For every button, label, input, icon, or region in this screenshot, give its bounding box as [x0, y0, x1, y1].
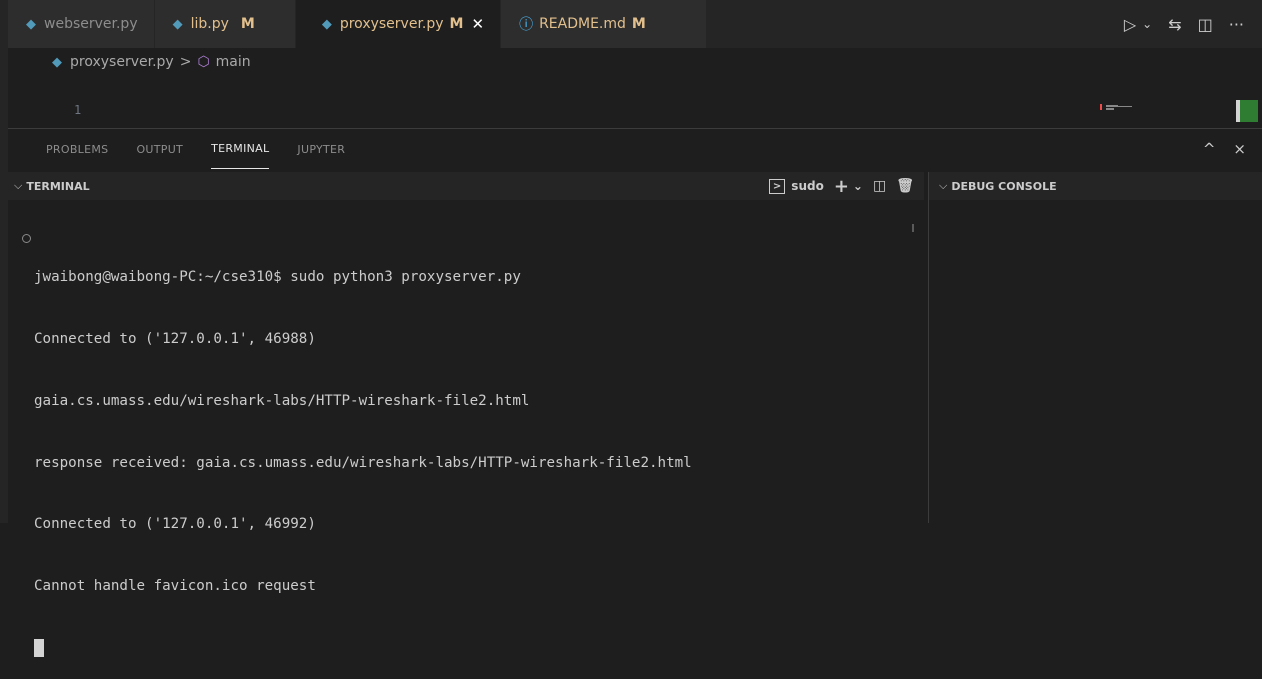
split-editor-icon[interactable]: ◫ — [1198, 15, 1213, 34]
chevron-down-icon: ⌵ — [939, 179, 948, 192]
terminal-line: gaia.cs.umass.edu/wireshark-labs/HTTP-wi… — [34, 392, 530, 409]
panel-divider[interactable] — [928, 172, 929, 523]
terminal-line: Connected to ('127.0.0.1', 46988) — [34, 330, 316, 347]
new-terminal-icon[interactable]: + — [834, 176, 849, 197]
breadcrumb-symbol[interactable]: main — [216, 54, 251, 70]
tab-label: lib.py — [190, 16, 229, 32]
chevron-down-icon: ⌵ — [14, 179, 23, 192]
trash-icon[interactable]: 🗑 — [896, 178, 914, 194]
line-number: 1 — [74, 103, 82, 117]
modified-badge: M — [240, 16, 255, 32]
tab-terminal[interactable]: TERMINAL — [211, 129, 270, 169]
tab-readme[interactable]: ⓘ README.md M — [501, 0, 707, 48]
more-actions-icon[interactable]: ··· — [1229, 15, 1244, 34]
terminal-shell-icon: > — [768, 178, 786, 194]
info-icon: ⓘ — [519, 17, 534, 33]
terminal-line: response received: gaia.cs.umass.edu/wir… — [34, 454, 692, 471]
compare-changes-icon[interactable]: ⇆ — [1168, 15, 1181, 34]
terminal-output[interactable]: jwaibong@waibong-PC:~/cse310$ sudo pytho… — [34, 226, 914, 679]
python-file-icon: ◆ — [26, 16, 36, 32]
close-panel-icon[interactable]: × — [1233, 140, 1246, 158]
tab-label: README.md — [539, 16, 626, 32]
editor-tab-bar: ◆ webserver.py ◆ lib.py M ◆ proxyserver.… — [8, 0, 1262, 48]
python-file-icon: ◆ — [172, 16, 183, 32]
breadcrumb-separator: > — [179, 54, 192, 70]
modified-badge: M — [449, 16, 464, 32]
terminal-cursor — [34, 638, 44, 657]
tab-output[interactable]: OUTPUT — [136, 129, 183, 169]
tab-problems[interactable]: PROBLEMS — [46, 129, 108, 169]
python-file-icon: ◆ — [52, 54, 62, 70]
tab-label: proxyserver.py — [339, 16, 444, 32]
chevron-down-icon[interactable]: ⌄ — [1142, 17, 1152, 31]
minimap-slider[interactable] — [1236, 100, 1258, 122]
tab-label: webserver.py — [44, 16, 138, 32]
chevron-down-icon[interactable]: ⌄ — [853, 179, 863, 193]
cube-symbol-icon: ⬡ — [197, 54, 210, 70]
breadcrumb: ◆ proxyserver.py > ⬡ main — [8, 48, 1262, 76]
debug-console-header[interactable]: ⌵ DEBUG CONSOLE — [929, 172, 1262, 200]
tab-lib[interactable]: ◆ lib.py M — [154, 0, 296, 48]
terminal-header-label: TERMINAL — [26, 179, 90, 193]
breadcrumb-file[interactable]: proxyserver.py — [70, 54, 174, 70]
tab-webserver[interactable]: ◆ webserver.py — [8, 0, 155, 48]
run-icon[interactable]: ▷ — [1124, 15, 1136, 34]
terminal-shell-name[interactable]: sudo — [791, 179, 824, 193]
command-decoration-icon[interactable] — [22, 234, 31, 243]
debug-console-label: DEBUG CONSOLE — [951, 179, 1057, 193]
split-terminal-icon[interactable]: ◫ — [873, 178, 886, 194]
tab-jupyter[interactable]: JUPYTER — [297, 129, 345, 169]
terminal-line: Connected to ('127.0.0.1', 46992) — [34, 516, 316, 533]
maximize-panel-icon[interactable]: ^ — [1203, 140, 1216, 158]
modified-badge: M — [631, 16, 646, 32]
minimap[interactable] — [1100, 103, 1144, 111]
tab-proxyserver[interactable]: ◆ proxyserver.py M ✕ — [295, 0, 502, 48]
activity-strip — [0, 0, 8, 523]
close-tab-icon[interactable]: ✕ — [471, 15, 484, 33]
terminal-line: Cannot handle favicon.ico request — [34, 578, 316, 595]
terminal-line: jwaibong@waibong-PC:~/cse310$ sudo pytho… — [34, 269, 521, 286]
python-file-icon: ◆ — [321, 16, 332, 32]
terminal-section-header[interactable]: ⌵ TERMINAL > sudo + ⌄ ◫ 🗑 — [8, 172, 924, 200]
panel-tab-bar: PROBLEMS OUTPUT TERMINAL JUPYTER ^ × — [8, 128, 1262, 169]
editor-actions: ▷ ⌄ ⇆ ◫ ··· — [1124, 0, 1262, 48]
